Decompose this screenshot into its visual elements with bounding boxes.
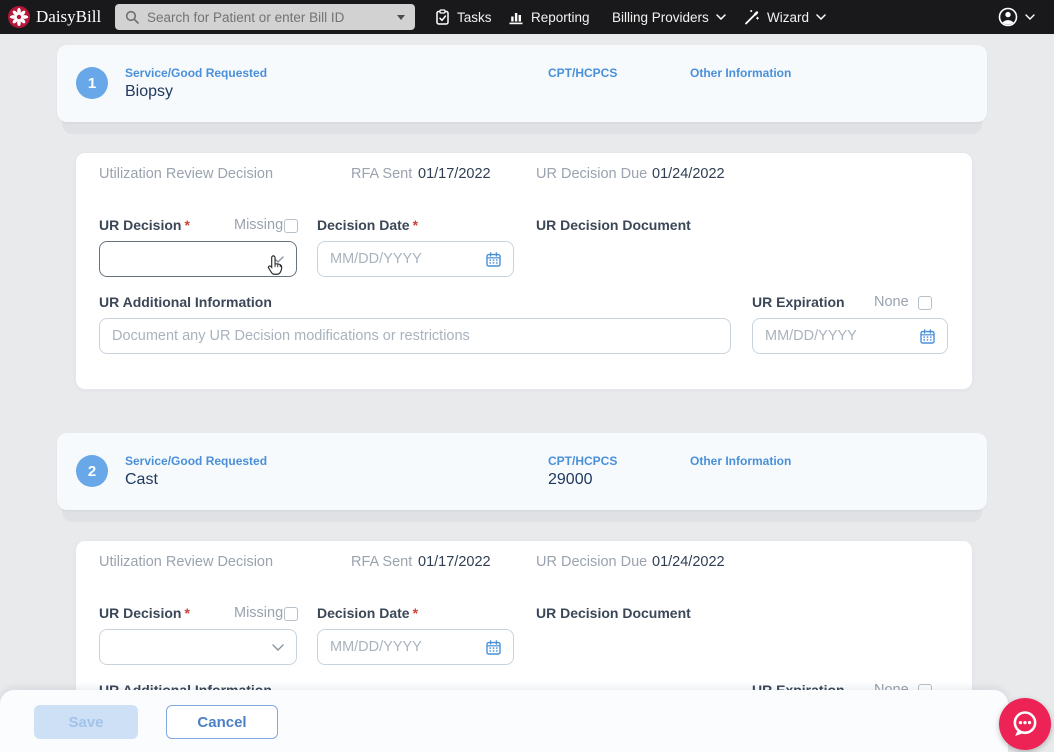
ur-decision-due-label: UR Decision Due — [536, 166, 648, 182]
ur-decision-document-label: UR Decision Document — [536, 605, 691, 621]
service-good-requested-label: Service/Good Requested — [125, 454, 268, 468]
ur-decision-document-label: UR Decision Document — [536, 217, 691, 233]
clipboard-check-icon — [435, 9, 450, 25]
cancel-button[interactable]: Cancel — [166, 705, 278, 739]
user-avatar-icon — [998, 7, 1018, 27]
action-footer: Save Cancel — [0, 690, 1008, 752]
brand-logo[interactable]: DaisyBill — [8, 0, 101, 34]
service-good-requested-label: Service/Good Requested — [125, 66, 268, 80]
ur-section-title: Utilization Review Decision — [99, 554, 274, 570]
none-label: None — [874, 294, 909, 310]
chat-support-button[interactable] — [999, 698, 1051, 750]
nav-billing-providers[interactable]: Billing Providers — [612, 0, 726, 34]
magic-wand-icon — [744, 9, 760, 25]
nav-tasks[interactable]: Tasks — [435, 0, 492, 34]
chat-bubble-icon — [1009, 708, 1041, 740]
service-name: Biopsy — [125, 83, 174, 100]
ur-additional-information-input[interactable] — [112, 328, 718, 344]
decision-date-label: Decision Date * — [317, 217, 419, 233]
calendar-icon[interactable] — [486, 251, 501, 267]
required-asterisk: * — [412, 605, 419, 621]
required-asterisk: * — [184, 217, 190, 233]
ur-expiration-input[interactable] — [765, 328, 912, 344]
line-item-group-1: 1 Service/Good Requested Biopsy CPT/HCPC… — [57, 45, 992, 405]
decision-date-field[interactable] — [317, 241, 514, 277]
rfa-sent-label: RFA Sent — [351, 166, 413, 182]
cpt-code-value: 29000 — [548, 471, 593, 488]
chevron-down-icon — [1025, 14, 1035, 20]
nav-billing-providers-label: Billing Providers — [612, 9, 709, 25]
missing-label: Missing — [234, 605, 284, 621]
top-navigation-bar: DaisyBill Tasks — [0, 0, 1054, 34]
user-account-menu[interactable] — [998, 0, 1035, 34]
nav-tasks-label: Tasks — [457, 9, 492, 25]
search-input[interactable] — [147, 9, 389, 25]
calendar-icon[interactable] — [920, 328, 935, 344]
ur-decision-due-label: UR Decision Due — [536, 554, 648, 570]
nav-wizard-label: Wizard — [767, 9, 810, 25]
rfa-sent-label: RFA Sent — [351, 554, 413, 570]
service-header-card: 1 Service/Good Requested Biopsy CPT/HCPC… — [57, 45, 987, 122]
service-header-card: 2 Service/Good Requested Cast CPT/HCPCS … — [57, 433, 987, 510]
search-icon — [125, 10, 139, 24]
required-asterisk: * — [412, 217, 419, 233]
chevron-down-icon — [816, 14, 826, 20]
missing-label: Missing — [234, 217, 284, 233]
page: DaisyBill Tasks — [0, 0, 1054, 752]
nav-wizard[interactable]: Wizard — [744, 0, 826, 34]
rfa-sent-date: 01/17/2022 — [418, 554, 491, 570]
missing-checkbox[interactable] — [284, 607, 298, 621]
daisy-logo-icon — [8, 6, 30, 28]
cpt-hcpcs-label: CPT/HCPCS — [548, 454, 618, 468]
other-information-label: Other Information — [690, 66, 792, 80]
rfa-sent-date: 01/17/2022 — [418, 166, 491, 182]
chevron-down-icon — [716, 14, 726, 20]
line-item-number-badge: 2 — [76, 455, 108, 487]
ur-expiration-field[interactable] — [752, 318, 948, 354]
search-dropdown-icon[interactable] — [397, 14, 405, 20]
decision-date-label: Decision Date * — [317, 605, 419, 621]
decision-date-input[interactable] — [330, 251, 478, 267]
chevron-down-icon — [272, 255, 284, 263]
ur-decision-select[interactable] — [99, 629, 297, 665]
other-information-label: Other Information — [690, 454, 792, 468]
brand-name: DaisyBill — [36, 7, 102, 26]
calendar-icon[interactable] — [486, 639, 501, 655]
nav-reporting[interactable]: Reporting — [508, 0, 590, 34]
bar-chart-icon — [508, 10, 524, 25]
global-search[interactable] — [115, 4, 415, 30]
chevron-down-icon — [272, 643, 284, 651]
ur-decision-due-date: 01/24/2022 — [652, 166, 725, 182]
line-item-number-badge: 1 — [76, 67, 108, 99]
required-asterisk: * — [184, 605, 190, 621]
service-name: Cast — [125, 471, 158, 488]
decision-date-input[interactable] — [330, 639, 478, 655]
utilization-review-card: Utilization Review Decision RFA Sent 01/… — [75, 152, 973, 390]
save-button[interactable]: Save — [34, 705, 138, 739]
cpt-hcpcs-label: CPT/HCPCS — [548, 66, 618, 80]
decision-date-field[interactable] — [317, 629, 514, 665]
none-checkbox[interactable] — [918, 296, 932, 310]
ur-additional-information-label: UR Additional Information — [99, 294, 272, 310]
missing-checkbox[interactable] — [284, 219, 298, 233]
ur-decision-label: UR Decision * — [99, 605, 190, 621]
ur-expiration-label: UR Expiration — [752, 294, 845, 310]
nav-reporting-label: Reporting — [531, 9, 590, 25]
ur-decision-due-date: 01/24/2022 — [652, 554, 725, 570]
ur-additional-information-field[interactable] — [99, 318, 731, 354]
ur-decision-label: UR Decision * — [99, 217, 190, 233]
ur-section-title: Utilization Review Decision — [99, 166, 274, 182]
ur-decision-select[interactable] — [99, 241, 297, 277]
